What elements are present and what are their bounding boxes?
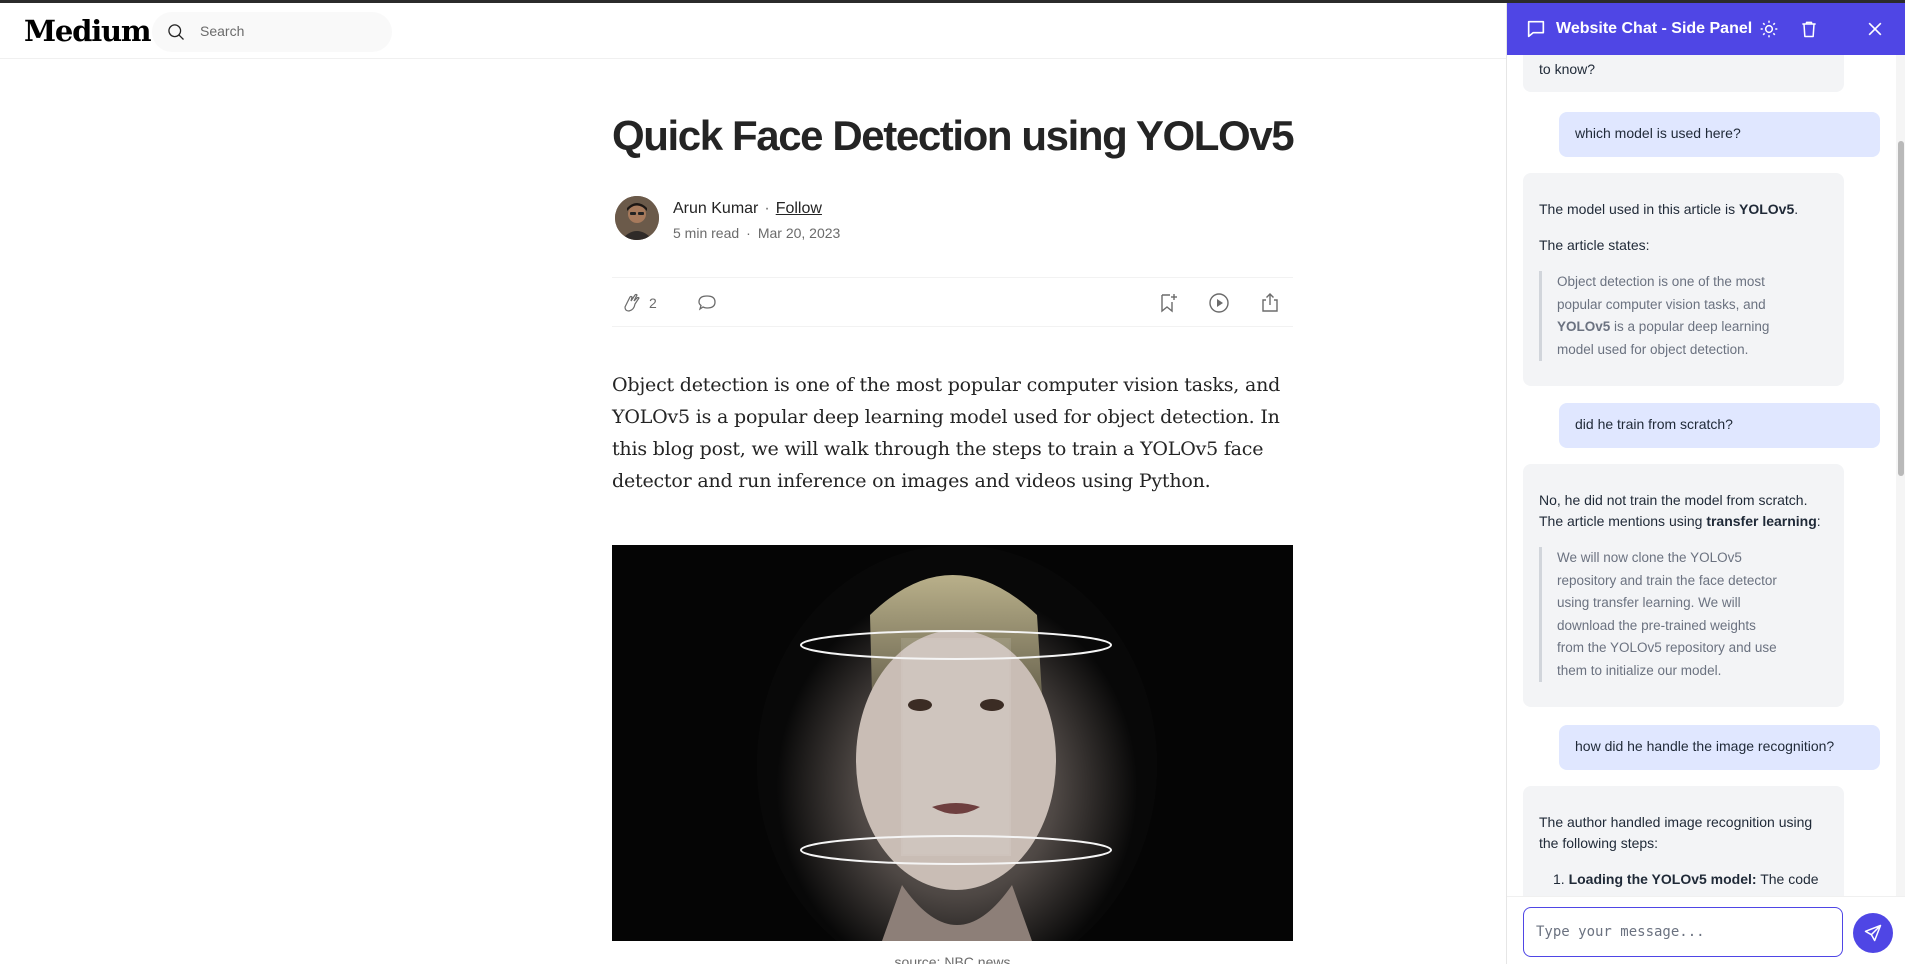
send-button[interactable]	[1853, 913, 1893, 953]
chat-input-area	[1507, 896, 1905, 964]
listen-play-icon[interactable]	[1207, 291, 1231, 315]
message-text: did he train from scratch?	[1575, 416, 1733, 432]
close-icon[interactable]	[1865, 19, 1885, 39]
author-name[interactable]: Arun Kumar	[673, 200, 758, 217]
assistant-message: No, he did not train the model from scra…	[1523, 464, 1844, 707]
quote-text: Object detection is one of the most popu…	[1557, 274, 1766, 312]
quote-bold: YOLOv5	[1557, 319, 1611, 334]
chat-panel-header: Website Chat - Side Panel	[1507, 3, 1905, 55]
article-meta: 5 min read · Mar 20, 2023	[673, 225, 841, 241]
publish-date: Mar 20, 2023	[757, 225, 841, 241]
author-line: Arun Kumar · Follow	[673, 200, 822, 217]
author-avatar[interactable]	[615, 196, 659, 240]
chat-panel-title: Website Chat - Side Panel	[1556, 20, 1753, 37]
message-bold: transfer learning	[1706, 513, 1817, 529]
message-bold: YOLOv5	[1738, 201, 1795, 217]
search-box[interactable]: Search	[152, 12, 392, 52]
message-text: The author handled image recognition usi…	[1539, 814, 1813, 851]
message-quote: We will now clone the YOLOv5 repository …	[1539, 547, 1779, 682]
list-number: 1.	[1553, 871, 1565, 887]
image-caption: source: NBC news	[894, 954, 1011, 964]
message-text: how did he handle the image recognition?	[1575, 738, 1835, 754]
assistant-message: The model used in this article is YOLOv5…	[1523, 173, 1844, 386]
chat-message-list[interactable]: to know? which model is used here? The m…	[1507, 55, 1905, 896]
message-bold: Loading the YOLOv5 model:	[1568, 871, 1757, 887]
chat-scrollbar[interactable]	[1896, 55, 1905, 896]
trash-icon[interactable]	[1799, 19, 1819, 39]
medium-header: Medium Search	[0, 3, 1506, 59]
message-quote: Object detection is one of the most popu…	[1539, 271, 1779, 361]
message-text: :	[1816, 513, 1821, 529]
article-intro-paragraph: Object detection is one of the most popu…	[612, 374, 1281, 492]
search-icon	[168, 24, 184, 40]
chat-side-panel: Website Chat - Side Panel to know? which…	[1506, 3, 1905, 964]
article-title: Quick Face Detection using YOLOv5	[612, 112, 1295, 159]
article-hero-image	[612, 545, 1293, 941]
medium-logo[interactable]: Medium	[24, 14, 152, 48]
search-input[interactable]: Search	[200, 23, 244, 39]
user-message: did he train from scratch?	[1559, 403, 1880, 448]
article-action-bar: 2	[612, 277, 1293, 327]
bookmark-add-icon[interactable]	[1156, 291, 1180, 315]
user-message: which model is used here?	[1559, 112, 1880, 157]
theme-toggle-sun-icon[interactable]	[1759, 19, 1779, 39]
message-text: The model used in this article is	[1539, 201, 1736, 217]
chat-message-input[interactable]	[1523, 907, 1843, 957]
assistant-message: to know?	[1523, 55, 1844, 92]
message-text: The article states:	[1539, 237, 1650, 253]
follow-link[interactable]: Follow	[776, 200, 822, 217]
chat-bubble-icon	[1527, 20, 1545, 38]
send-icon	[1864, 924, 1882, 942]
message-text: which model is used here?	[1575, 125, 1741, 141]
scrollbar-thumb[interactable]	[1898, 141, 1904, 476]
clap-count: 2	[649, 295, 657, 311]
assistant-message: The author handled image recognition usi…	[1523, 786, 1844, 896]
message-text: to know?	[1539, 61, 1596, 77]
share-icon[interactable]	[1258, 291, 1282, 315]
message-text: .	[1794, 201, 1799, 217]
user-message: how did he handle the image recognition?	[1559, 725, 1880, 770]
message-text: The code	[1760, 871, 1819, 887]
comment-icon[interactable]	[695, 291, 719, 315]
message-list-item: 1. Loading the YOLOv5 model: The code	[1539, 869, 1828, 890]
clap-icon[interactable]	[620, 291, 644, 315]
read-time: 5 min read	[673, 225, 740, 241]
